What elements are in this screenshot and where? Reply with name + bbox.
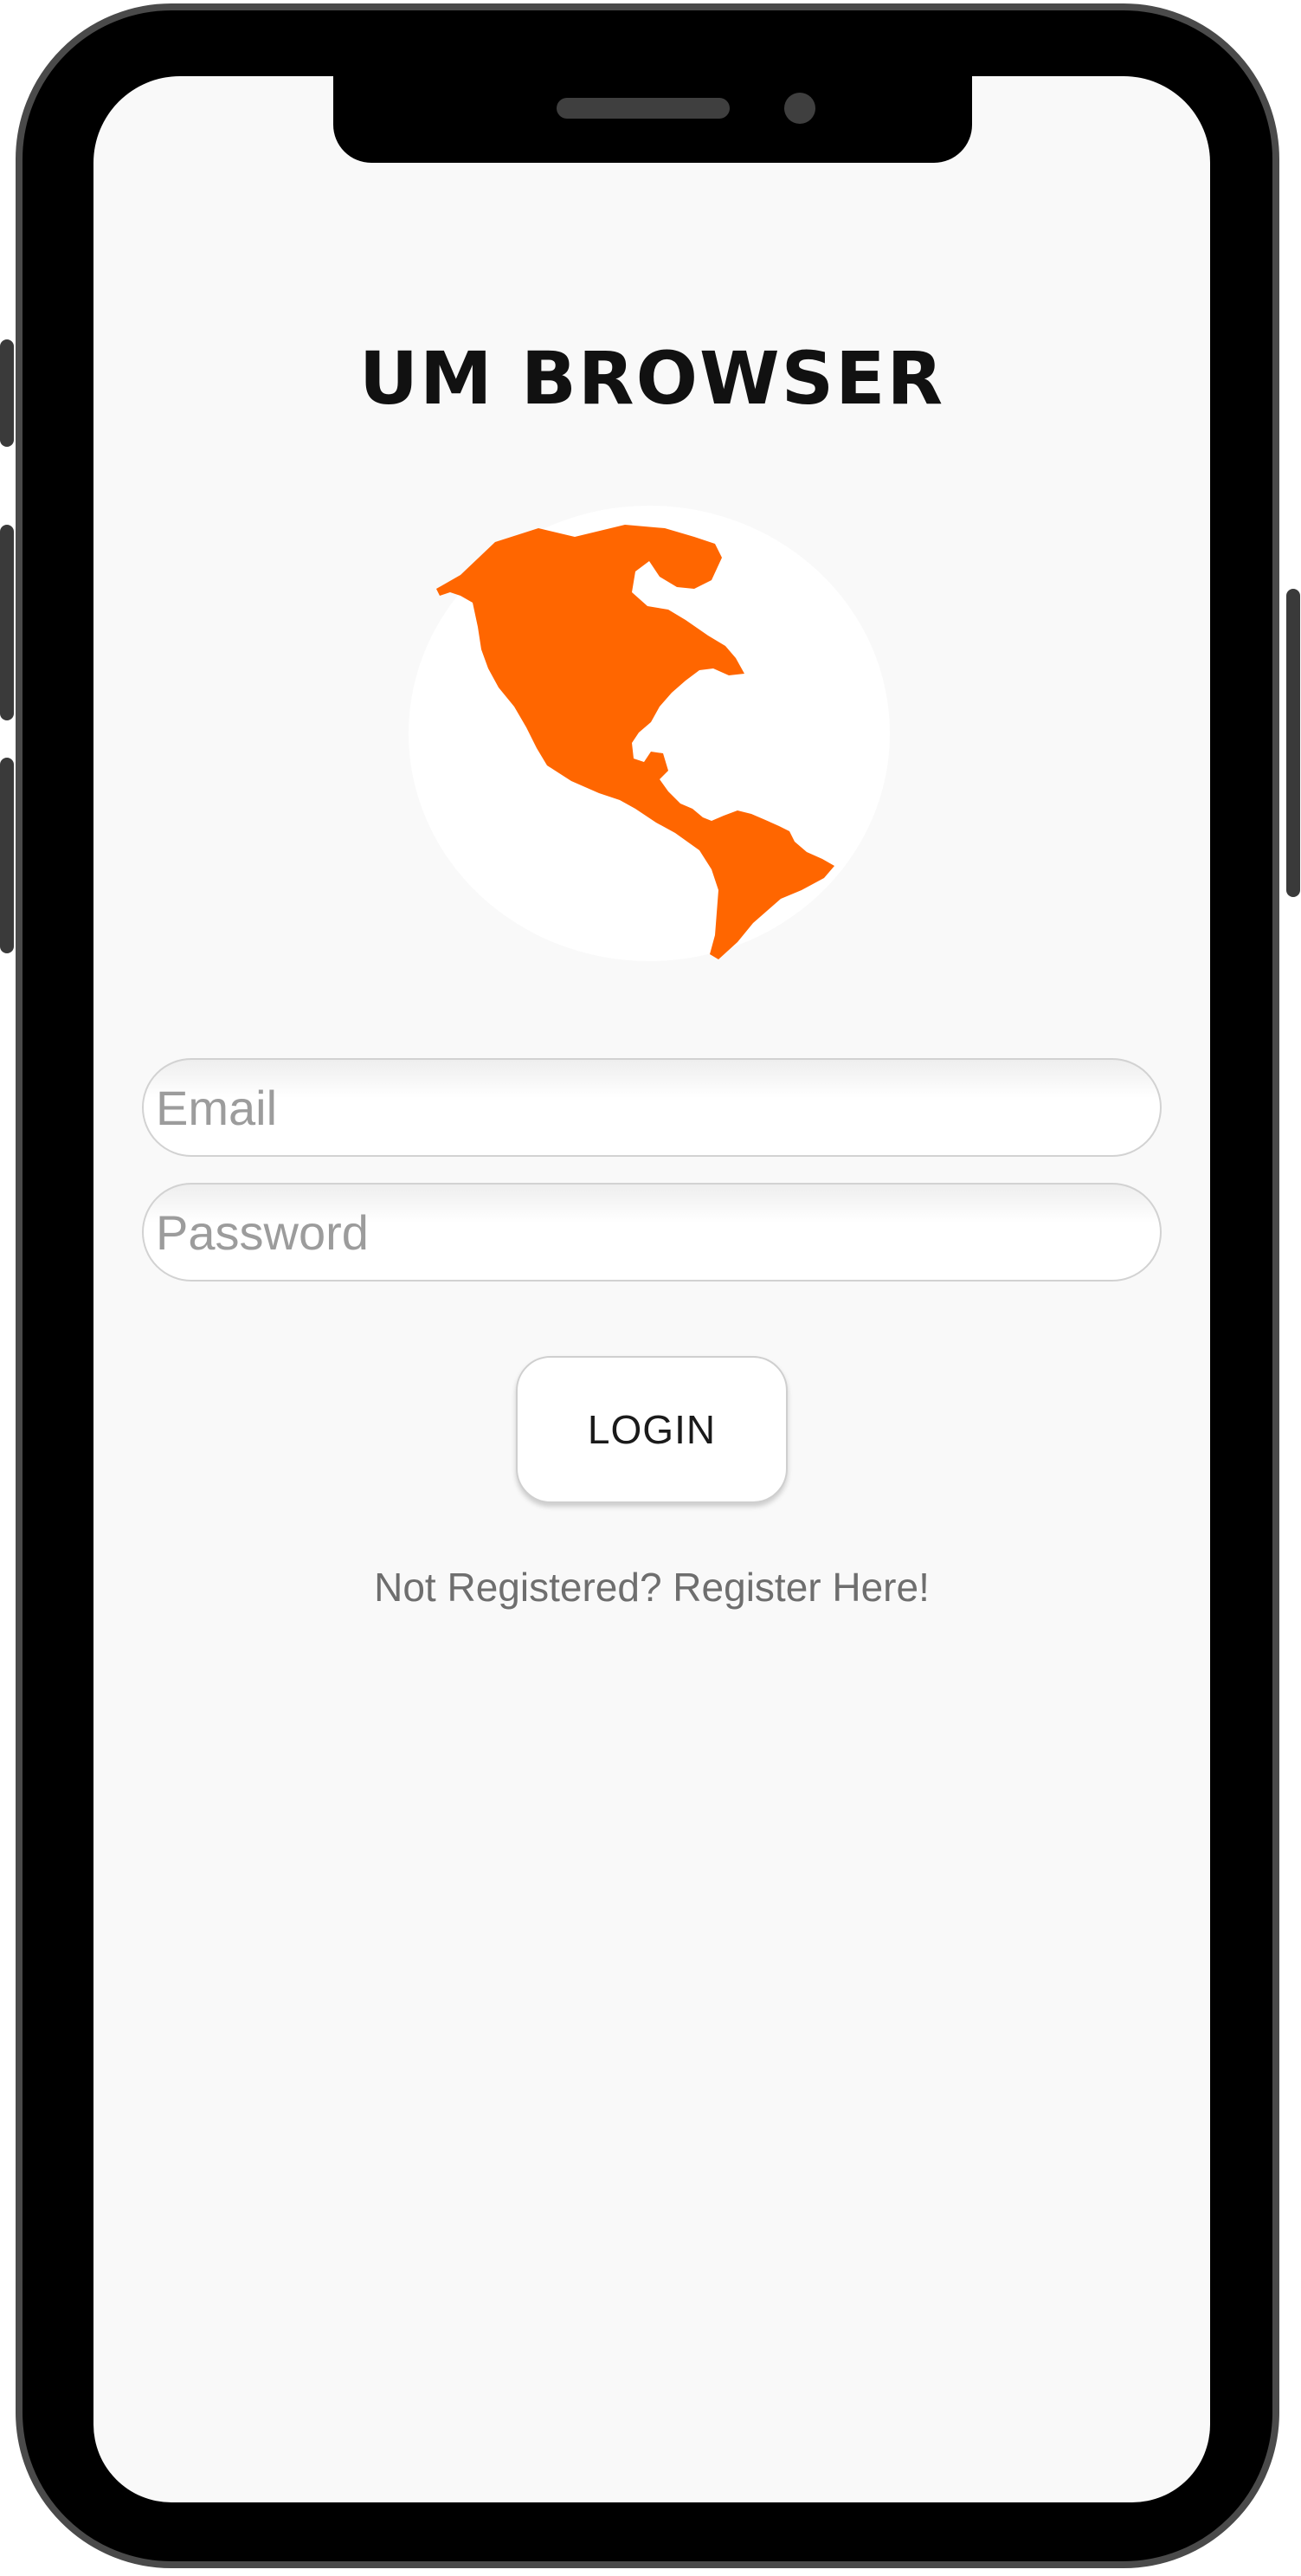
app-title: UM BROWSER [358,336,945,421]
earpiece-speaker [557,98,730,119]
side-button-power [1286,589,1300,897]
front-camera [784,93,815,124]
app-screen: UM BROWSER LOGIN Not Registered? Registe… [93,76,1210,2502]
side-button-volume-up [0,525,14,720]
register-link[interactable]: Not Registered? Register Here! [93,1564,1210,1611]
email-input[interactable] [142,1058,1162,1157]
password-input[interactable] [142,1183,1162,1282]
globe-americas-icon [409,506,890,961]
login-button[interactable]: LOGIN [516,1356,788,1503]
side-button-silent [0,339,14,447]
side-button-volume-down [0,758,14,953]
